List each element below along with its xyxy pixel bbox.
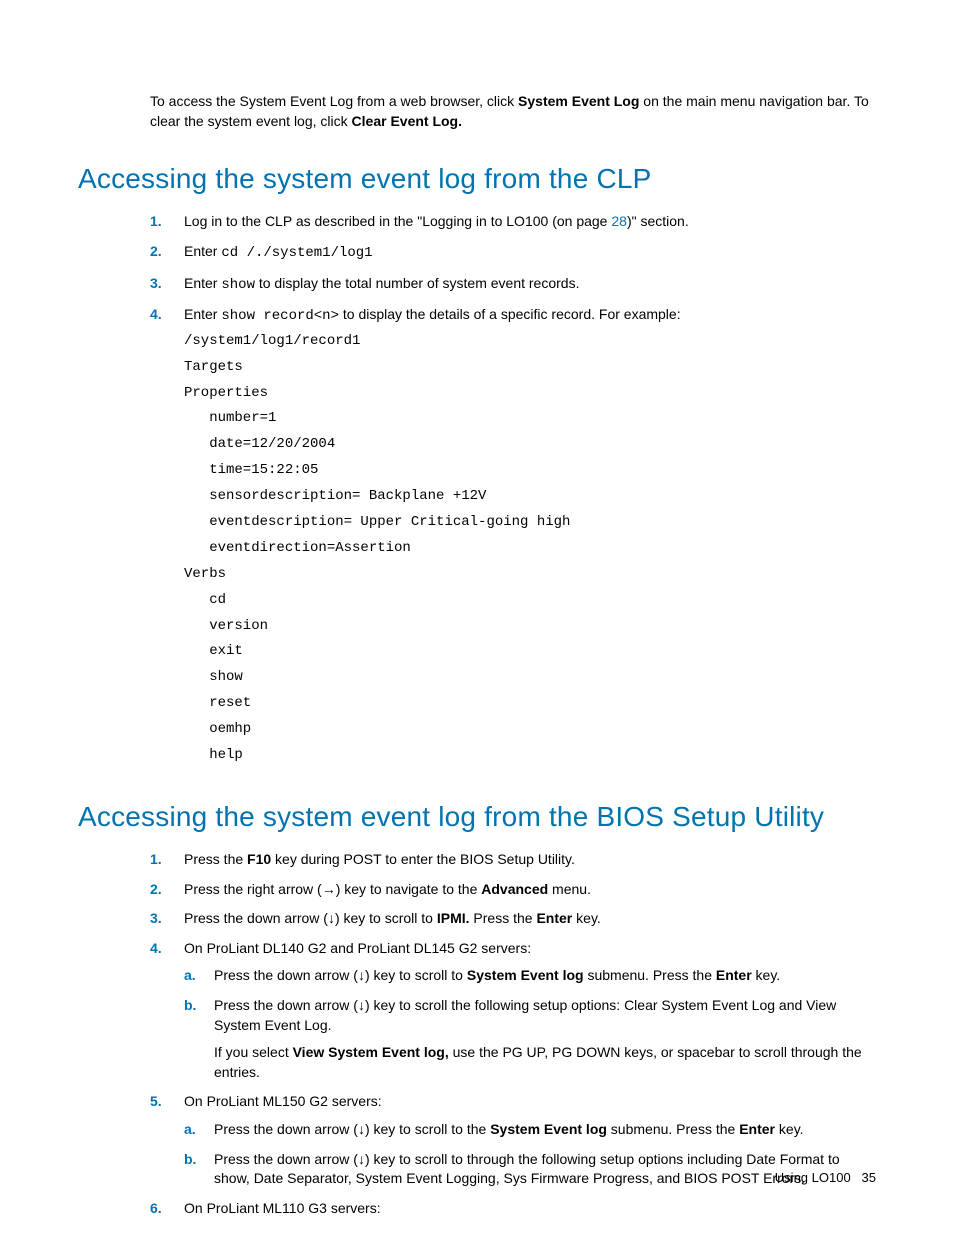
text: Press the down arrow (↓) key to scroll t… <box>214 1121 490 1137</box>
text: key. <box>752 967 781 983</box>
footer-page: 35 <box>862 1170 876 1185</box>
text-bold: Enter <box>739 1121 775 1137</box>
substep-b: b. Press the down arrow (↓) key to scrol… <box>184 1150 876 1189</box>
text-bold: View System Event log, <box>293 1044 449 1060</box>
marker: a. <box>184 1120 196 1140</box>
text: On ProLiant DL140 G2 and ProLiant DL145 … <box>184 940 531 956</box>
bios-steps: 1. Press the F10 key during POST to ente… <box>150 850 876 1218</box>
step-1: 1. Log in to the CLP as described in the… <box>150 212 876 232</box>
text: On ProLiant ML110 G3 servers: <box>184 1200 381 1216</box>
marker: 1. <box>150 212 162 232</box>
text: menu. <box>548 881 591 897</box>
text: submenu. Press the <box>584 967 716 983</box>
footer: Using LO100 35 <box>775 1169 876 1187</box>
page-link[interactable]: 28 <box>611 213 627 229</box>
intro-paragraph: To access the System Event Log from a we… <box>150 92 876 131</box>
text: key during POST to enter the BIOS Setup … <box>271 851 575 867</box>
marker: 4. <box>150 939 162 959</box>
text-bold: Clear Event Log. <box>352 113 462 129</box>
marker: 5. <box>150 1092 162 1112</box>
text: Press the right arrow (→) key to navigat… <box>184 881 481 897</box>
text: key. <box>572 910 601 926</box>
text: key. <box>775 1121 804 1137</box>
text: Press the down arrow (↓) key to scroll t… <box>184 910 437 926</box>
marker: 3. <box>150 274 162 294</box>
text: )" section. <box>627 213 689 229</box>
step-3: 3. Enter show to display the total numbe… <box>150 274 876 296</box>
substeps-5: a. Press the down arrow (↓) key to scrol… <box>184 1120 876 1189</box>
marker: 4. <box>150 305 162 325</box>
code-block: /system1/log1/record1 Targets Properties… <box>184 329 876 769</box>
substeps-4: a. Press the down arrow (↓) key to scrol… <box>184 966 876 1082</box>
marker: 2. <box>150 880 162 900</box>
marker: 2. <box>150 242 162 262</box>
step-6: 6. On ProLiant ML110 G3 servers: <box>150 1199 876 1219</box>
text-bold: Enter <box>536 910 572 926</box>
note: If you select View System Event log, use… <box>214 1043 876 1082</box>
marker: b. <box>184 996 196 1016</box>
step-4: 4. Enter show record<n> to display the d… <box>150 305 876 769</box>
text: To access the System Event Log from a we… <box>150 93 518 109</box>
marker: 3. <box>150 909 162 929</box>
text-bold: Enter <box>716 967 752 983</box>
text: On ProLiant ML150 G2 servers: <box>184 1093 382 1109</box>
text: to display the total number of system ev… <box>255 275 580 291</box>
heading-clp: Accessing the system event log from the … <box>78 159 876 198</box>
step-1: 1. Press the F10 key during POST to ente… <box>150 850 876 870</box>
marker: 6. <box>150 1199 162 1219</box>
step-3: 3. Press the down arrow (↓) key to scrol… <box>150 909 876 929</box>
text-bold: System Event Log <box>518 93 639 109</box>
text-bold: IPMI. <box>437 910 470 926</box>
step-5: 5. On ProLiant ML150 G2 servers: a. Pres… <box>150 1092 876 1188</box>
code-inline: show <box>221 277 255 293</box>
clp-steps: 1. Log in to the CLP as described in the… <box>150 212 876 769</box>
marker: 1. <box>150 850 162 870</box>
text: Enter <box>184 243 221 259</box>
text: Log in to the CLP as described in the "L… <box>184 213 611 229</box>
document-page: To access the System Event Log from a we… <box>0 0 954 1235</box>
text: Press the <box>470 910 537 926</box>
step-2: 2. Press the right arrow (→) key to navi… <box>150 880 876 900</box>
marker: b. <box>184 1150 196 1170</box>
text: Press the down arrow (↓) key to scroll t… <box>214 1151 840 1187</box>
text: to display the details of a specific rec… <box>339 306 681 322</box>
text-bold: Advanced <box>481 881 548 897</box>
text: Enter <box>184 306 221 322</box>
step-4: 4. On ProLiant DL140 G2 and ProLiant DL1… <box>150 939 876 1083</box>
code-inline: cd /./system1/log1 <box>221 245 372 261</box>
text: submenu. Press the <box>607 1121 739 1137</box>
marker: a. <box>184 966 196 986</box>
text: Press the down arrow (↓) key to scroll t… <box>214 997 836 1033</box>
step-2: 2. Enter cd /./system1/log1 <box>150 242 876 264</box>
text-bold: F10 <box>247 851 271 867</box>
text: If you select <box>214 1044 293 1060</box>
substep-a: a. Press the down arrow (↓) key to scrol… <box>184 966 876 986</box>
substep-b: b. Press the down arrow (↓) key to scrol… <box>184 996 876 1082</box>
substep-a: a. Press the down arrow (↓) key to scrol… <box>184 1120 876 1140</box>
text: Press the down arrow (↓) key to scroll t… <box>214 967 467 983</box>
footer-section: Using LO100 <box>775 1170 851 1185</box>
text: Enter <box>184 275 221 291</box>
heading-bios: Accessing the system event log from the … <box>78 797 876 836</box>
code-inline: show record<n> <box>221 308 339 324</box>
text: Press the <box>184 851 247 867</box>
text-bold: System Event log <box>467 967 584 983</box>
text-bold: System Event log <box>490 1121 607 1137</box>
